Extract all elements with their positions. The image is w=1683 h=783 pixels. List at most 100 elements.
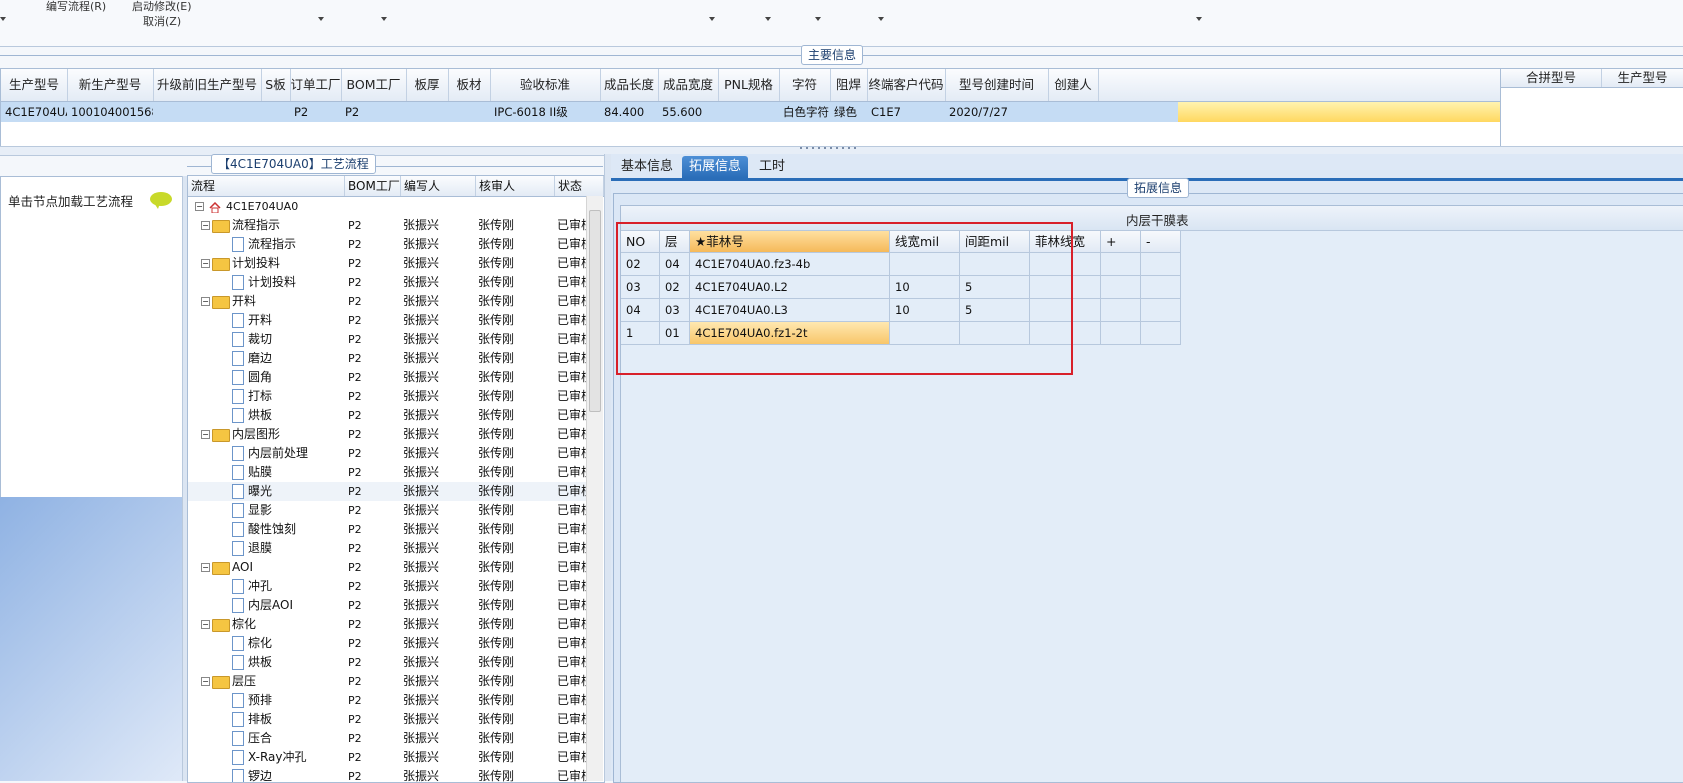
main-grid-col-11[interactable]: PNL规格 <box>718 69 780 101</box>
tree-row-root[interactable]: − 4C1E704UA0 <box>188 197 588 216</box>
film-cell[interactable] <box>1141 299 1181 322</box>
main-grid-col-10[interactable]: 成品宽度 <box>658 69 719 101</box>
film-col-1[interactable]: 层 <box>660 231 690 253</box>
main-grid-col-0[interactable]: 生产型号 <box>1 69 68 101</box>
collapse-icon[interactable]: − <box>201 620 210 629</box>
tree-row[interactable]: 压合 P2 张振兴 张传刚 已审核 <box>188 729 588 748</box>
film-cell[interactable] <box>1101 322 1141 345</box>
tab-basic-info[interactable]: 基本信息 <box>614 156 680 178</box>
tree-row[interactable]: 磨边 P2 张振兴 张传刚 已审核 <box>188 349 588 368</box>
tab-extended-info[interactable]: 拓展信息 <box>682 156 749 178</box>
dropdown-arrow-icon[interactable] <box>0 17 6 21</box>
collapse-icon[interactable]: − <box>195 202 204 211</box>
tree-row[interactable]: 内层AOI P2 张振兴 张传刚 已审核 <box>188 596 588 615</box>
film-col-5[interactable]: 菲林线宽 <box>1030 231 1101 253</box>
dropdown-arrow-icon[interactable] <box>381 17 387 21</box>
main-grid-col-8[interactable]: 验收标准 <box>490 69 601 101</box>
film-cell[interactable] <box>1030 322 1101 345</box>
tree-row[interactable]: 排板 P2 张振兴 张传刚 已审核 <box>188 710 588 729</box>
film-cell[interactable]: 4C1E704UA0.L2 <box>690 276 890 299</box>
main-grid-col-13[interactable]: 阻焊 <box>830 69 868 101</box>
tree-row[interactable]: − 层压 P2 张振兴 张传刚 已审核 <box>188 672 588 691</box>
tree-row[interactable]: 裁切 P2 张振兴 张传刚 已审核 <box>188 330 588 349</box>
film-col-2[interactable]: ★菲林号 <box>690 231 890 253</box>
dropdown-arrow-icon[interactable] <box>815 17 821 21</box>
main-grid-col-15[interactable]: 型号创建时间 <box>945 69 1049 101</box>
film-cell[interactable]: 04 <box>621 299 660 322</box>
cancel-button[interactable]: 取消(Z) <box>143 13 181 29</box>
dropdown-arrow-icon[interactable] <box>318 17 324 21</box>
tree-row[interactable]: − 棕化 P2 张振兴 张传刚 已审核 <box>188 615 588 634</box>
film-cell[interactable] <box>1141 253 1181 276</box>
collapse-icon[interactable]: − <box>201 563 210 572</box>
collapse-icon[interactable]: − <box>201 259 210 268</box>
tree-row[interactable]: 退膜 P2 张振兴 张传刚 已审核 <box>188 539 588 558</box>
main-grid-col-9[interactable]: 成品长度 <box>600 69 659 101</box>
tree-row[interactable]: X-Ray冲孔 P2 张振兴 张传刚 已审核 <box>188 748 588 767</box>
film-cell[interactable]: 10 <box>890 299 960 322</box>
main-grid-col-12[interactable]: 字符 <box>779 69 831 101</box>
main-grid-col-3[interactable]: S板 <box>261 69 291 101</box>
tree-row[interactable]: − AOI P2 张振兴 张传刚 已审核 <box>188 558 588 577</box>
film-col-6[interactable]: + <box>1101 231 1141 253</box>
tree-row[interactable]: − 计划投料 P2 张振兴 张传刚 已审核 <box>188 254 588 273</box>
film-cell[interactable]: 4C1E704UA0.fz3-4b <box>690 253 890 276</box>
film-cell[interactable] <box>890 322 960 345</box>
tree-row[interactable]: 流程指示 P2 张振兴 张传刚 已审核 <box>188 235 588 254</box>
dropdown-arrow-icon[interactable] <box>709 17 715 21</box>
tree-row[interactable]: − 流程指示 P2 张振兴 张传刚 已审核 <box>188 216 588 235</box>
film-cell[interactable]: 5 <box>960 276 1030 299</box>
film-col-4[interactable]: 间距mil <box>960 231 1030 253</box>
tree-row[interactable]: 圆角 P2 张振兴 张传刚 已审核 <box>188 368 588 387</box>
film-cell[interactable] <box>1101 299 1141 322</box>
tree-col-reviewer[interactable]: 核审人 <box>476 176 555 196</box>
film-cell[interactable] <box>1141 322 1181 345</box>
dropdown-arrow-icon[interactable] <box>1196 17 1202 21</box>
tree-col-status[interactable]: 状态 <box>555 176 604 196</box>
film-cell[interactable]: 04 <box>660 253 690 276</box>
film-col-7[interactable]: - <box>1141 231 1181 253</box>
edit-flow-button[interactable]: 编写流程(R) <box>46 0 106 14</box>
film-cell[interactable] <box>1141 276 1181 299</box>
dropdown-arrow-icon[interactable] <box>765 17 771 21</box>
main-grid-col-2[interactable]: 升级前旧生产型号 <box>153 69 262 101</box>
main-grid-col-5[interactable]: BOM工厂 <box>341 69 407 101</box>
main-grid-col-4[interactable]: 订单工厂 <box>290 69 342 101</box>
film-cell[interactable] <box>1030 276 1101 299</box>
tree-row[interactable]: 开料 P2 张振兴 张传刚 已审核 <box>188 311 588 330</box>
main-grid-col-7[interactable]: 板材 <box>448 69 491 101</box>
film-cell[interactable] <box>1030 253 1101 276</box>
merge-grid-col-merge-model[interactable]: 合拼型号 <box>1501 69 1602 87</box>
main-grid-col-16[interactable]: 创建人 <box>1048 69 1099 101</box>
film-cell[interactable]: 1 <box>621 322 660 345</box>
collapse-icon[interactable]: − <box>201 221 210 230</box>
tree-col-bom[interactable]: BOM工厂 <box>345 176 401 196</box>
tree-row[interactable]: 冲孔 P2 张振兴 张传刚 已审核 <box>188 577 588 596</box>
tree-row[interactable]: 预排 P2 张振兴 张传刚 已审核 <box>188 691 588 710</box>
film-cell[interactable]: 02 <box>621 253 660 276</box>
film-col-3[interactable]: 线宽mil <box>890 231 960 253</box>
tree-row[interactable]: 贴膜 P2 张振兴 张传刚 已审核 <box>188 463 588 482</box>
film-cell[interactable] <box>890 253 960 276</box>
speech-bubble-icon[interactable] <box>150 192 172 209</box>
tree-row[interactable]: 计划投料 P2 张振兴 张传刚 已审核 <box>188 273 588 292</box>
main-grid-col-6[interactable]: 板厚 <box>406 69 449 101</box>
film-cell[interactable] <box>1101 253 1141 276</box>
merge-grid-col-model[interactable]: 生产型号 <box>1601 69 1683 87</box>
tree-row[interactable]: 烘板 P2 张振兴 张传刚 已审核 <box>188 653 588 672</box>
film-cell[interactable] <box>960 322 1030 345</box>
tree-row[interactable]: 内层前处理 P2 张振兴 张传刚 已审核 <box>188 444 588 463</box>
film-cell[interactable]: 01 <box>660 322 690 345</box>
tree-row[interactable]: 显影 P2 张振兴 张传刚 已审核 <box>188 501 588 520</box>
main-grid-col-1[interactable]: 新生产型号 <box>67 69 154 101</box>
film-cell[interactable] <box>1030 299 1101 322</box>
collapse-icon[interactable]: − <box>201 297 210 306</box>
film-cell[interactable]: 5 <box>960 299 1030 322</box>
tab-work-hours[interactable]: 工时 <box>752 156 792 178</box>
film-cell[interactable]: 03 <box>660 299 690 322</box>
film-cell[interactable]: 03 <box>621 276 660 299</box>
film-cell[interactable]: 4C1E704UA0.L3 <box>690 299 890 322</box>
film-cell[interactable]: 4C1E704UA0.fz1-2t <box>690 322 890 345</box>
splitter-grip-icon[interactable] <box>800 147 860 153</box>
tree-row[interactable]: 打标 P2 张振兴 张传刚 已审核 <box>188 387 588 406</box>
